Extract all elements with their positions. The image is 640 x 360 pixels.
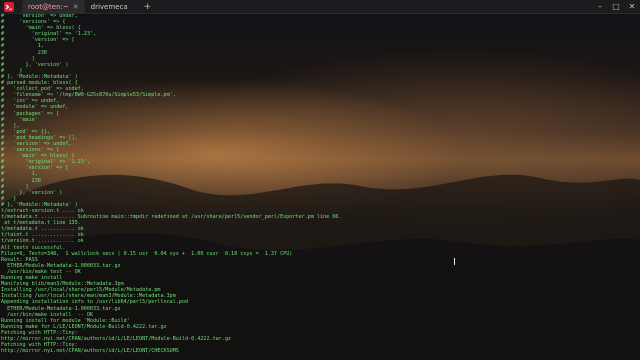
tab-drivemeca[interactable]: drivemeca xyxy=(85,0,138,14)
terminal-line: http://mirror.nyi.net/CPAN/authors/id/L/… xyxy=(1,348,179,355)
tab-label: root@ten:~ xyxy=(28,2,69,11)
tab-label: drivemeca xyxy=(90,2,128,11)
title-bar: root@ten:~ ✕ drivemeca + – □ ✕ xyxy=(0,0,640,14)
close-tab-icon[interactable]: ✕ xyxy=(73,3,79,11)
maximize-icon[interactable]: □ xyxy=(608,0,624,14)
tab-root[interactable]: root@ten:~ ✕ xyxy=(22,0,85,14)
terminal-output-area[interactable]: # 'version' => undef, # 'versions' => {# … xyxy=(0,14,640,360)
text-cursor-icon: I xyxy=(453,257,456,268)
terminal-app-icon[interactable] xyxy=(4,1,14,12)
terminal-window: root@ten:~ ✕ drivemeca + – □ ✕ # 'versio… xyxy=(0,0,640,360)
window-controls: – □ ✕ xyxy=(592,0,640,14)
minimize-icon[interactable]: – xyxy=(592,0,608,14)
terminal-lines: # 'version' => undef, # 'versions' => {# … xyxy=(0,14,640,359)
new-tab-button[interactable]: + xyxy=(138,2,158,12)
close-window-icon[interactable]: ✕ xyxy=(624,0,640,14)
prompt-icon xyxy=(5,4,12,10)
